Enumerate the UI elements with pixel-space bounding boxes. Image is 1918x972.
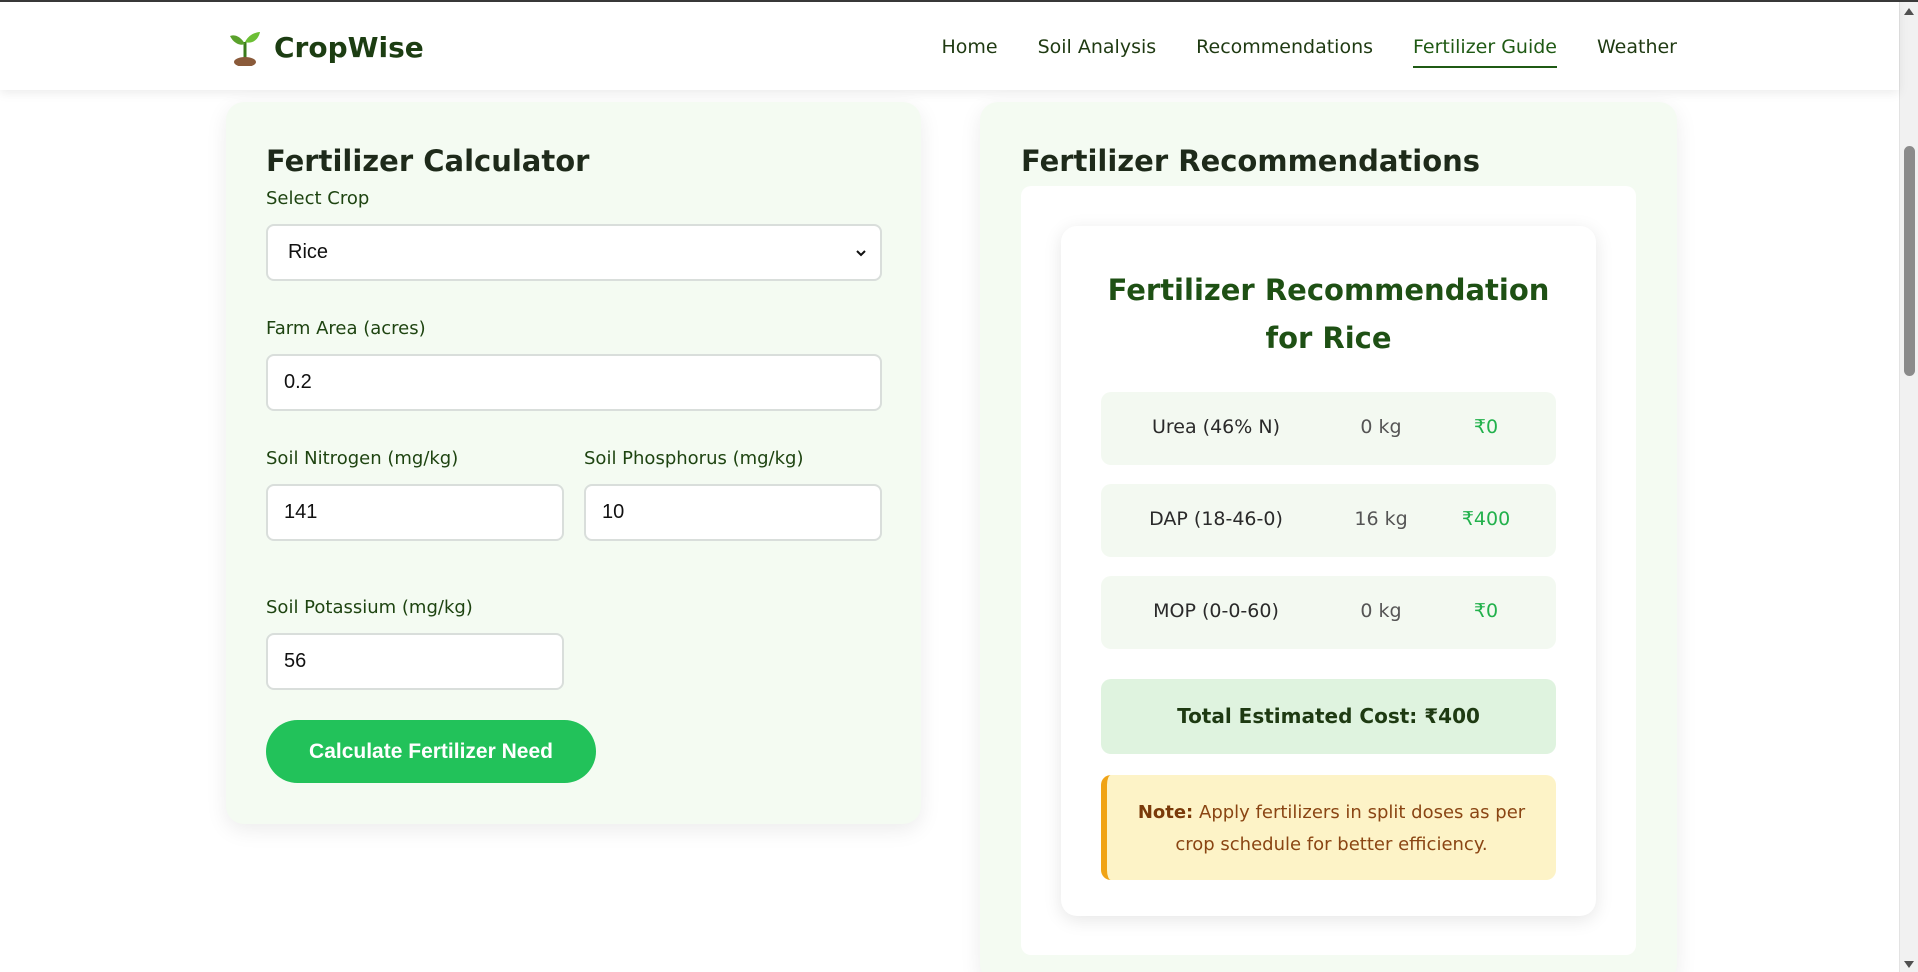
fertilizer-quantity: 0 kg [1360, 416, 1402, 438]
fertilizer-row-urea: Urea (46% N) 0 kg ₹0 [1101, 392, 1556, 465]
phosphorus-input[interactable] [584, 484, 882, 541]
recommendation-note: Note: Apply fertilizers in split doses a… [1101, 775, 1556, 880]
scrollbar-thumb[interactable] [1904, 146, 1915, 376]
nitrogen-input[interactable] [266, 484, 564, 541]
fertilizer-quantity: 0 kg [1360, 600, 1402, 622]
fertilizer-name: Urea (46% N) [1152, 416, 1280, 438]
brand-name: CropWise [274, 30, 424, 64]
crop-select[interactable]: Rice [266, 224, 882, 281]
fertilizer-name: DAP (18-46-0) [1149, 508, 1283, 530]
recommendations-panel: Fertilizer Recommendation for Rice Urea … [1021, 186, 1636, 955]
fertilizer-row-dap: DAP (18-46-0) 16 kg ₹400 [1101, 484, 1556, 557]
recommendations-title: Fertilizer Recommendations [1021, 144, 1481, 178]
note-text: Apply fertilizers in split doses as per … [1175, 802, 1526, 855]
nav-recommendations[interactable]: Recommendations [1196, 36, 1373, 68]
fertilizer-cost: ₹0 [1473, 416, 1499, 438]
nav-weather[interactable]: Weather [1597, 36, 1677, 68]
page-scrollbar[interactable] [1899, 2, 1918, 972]
fertilizer-cost: ₹400 [1461, 508, 1511, 530]
nitrogen-label: Soil Nitrogen (mg/kg) [266, 448, 459, 469]
scroll-down-arrow-icon[interactable] [1903, 960, 1915, 970]
fertilizer-calculator-card: Fertilizer Calculator Select Crop Rice F… [226, 102, 921, 824]
nav-fertilizer-guide[interactable]: Fertilizer Guide [1413, 36, 1557, 68]
fertilizer-recommendations-card: Fertilizer Recommendations Fertilizer Re… [980, 102, 1677, 972]
calculate-fertilizer-button[interactable]: Calculate Fertilizer Need [266, 720, 596, 783]
farm-area-label: Farm Area (acres) [266, 318, 426, 339]
potassium-label: Soil Potassium (mg/kg) [266, 597, 473, 618]
note-label: Note: [1137, 802, 1194, 823]
total-estimated-cost: Total Estimated Cost: ₹400 [1101, 679, 1556, 754]
crop-select-value: Rice [288, 241, 329, 263]
top-nav-bar: CropWise Home Soil Analysis Recommendati… [0, 2, 1899, 90]
recommendation-card-title: Fertilizer Recommendation for Rice [1107, 273, 1550, 355]
sprout-icon [230, 32, 260, 66]
scroll-up-arrow-icon[interactable] [1903, 6, 1915, 16]
nav-home[interactable]: Home [941, 36, 997, 68]
nav-soil-analysis[interactable]: Soil Analysis [1038, 36, 1157, 68]
recommendation-result-card: Fertilizer Recommendation for Rice Urea … [1061, 226, 1596, 916]
fertilizer-quantity: 16 kg [1354, 508, 1408, 530]
chevron-down-icon [856, 249, 866, 256]
phosphorus-label: Soil Phosphorus (mg/kg) [584, 448, 804, 469]
calculator-title: Fertilizer Calculator [266, 144, 590, 178]
fertilizer-cost: ₹0 [1473, 600, 1499, 622]
fertilizer-name: MOP (0-0-60) [1153, 600, 1279, 622]
fertilizer-row-mop: MOP (0-0-60) 0 kg ₹0 [1101, 576, 1556, 649]
brand-logo[interactable]: CropWise [228, 28, 424, 66]
farm-area-input[interactable] [266, 354, 882, 411]
potassium-input[interactable] [266, 633, 564, 690]
crop-label: Select Crop [266, 188, 370, 209]
main-nav: Home Soil Analysis Recommendations Ferti… [941, 36, 1677, 68]
